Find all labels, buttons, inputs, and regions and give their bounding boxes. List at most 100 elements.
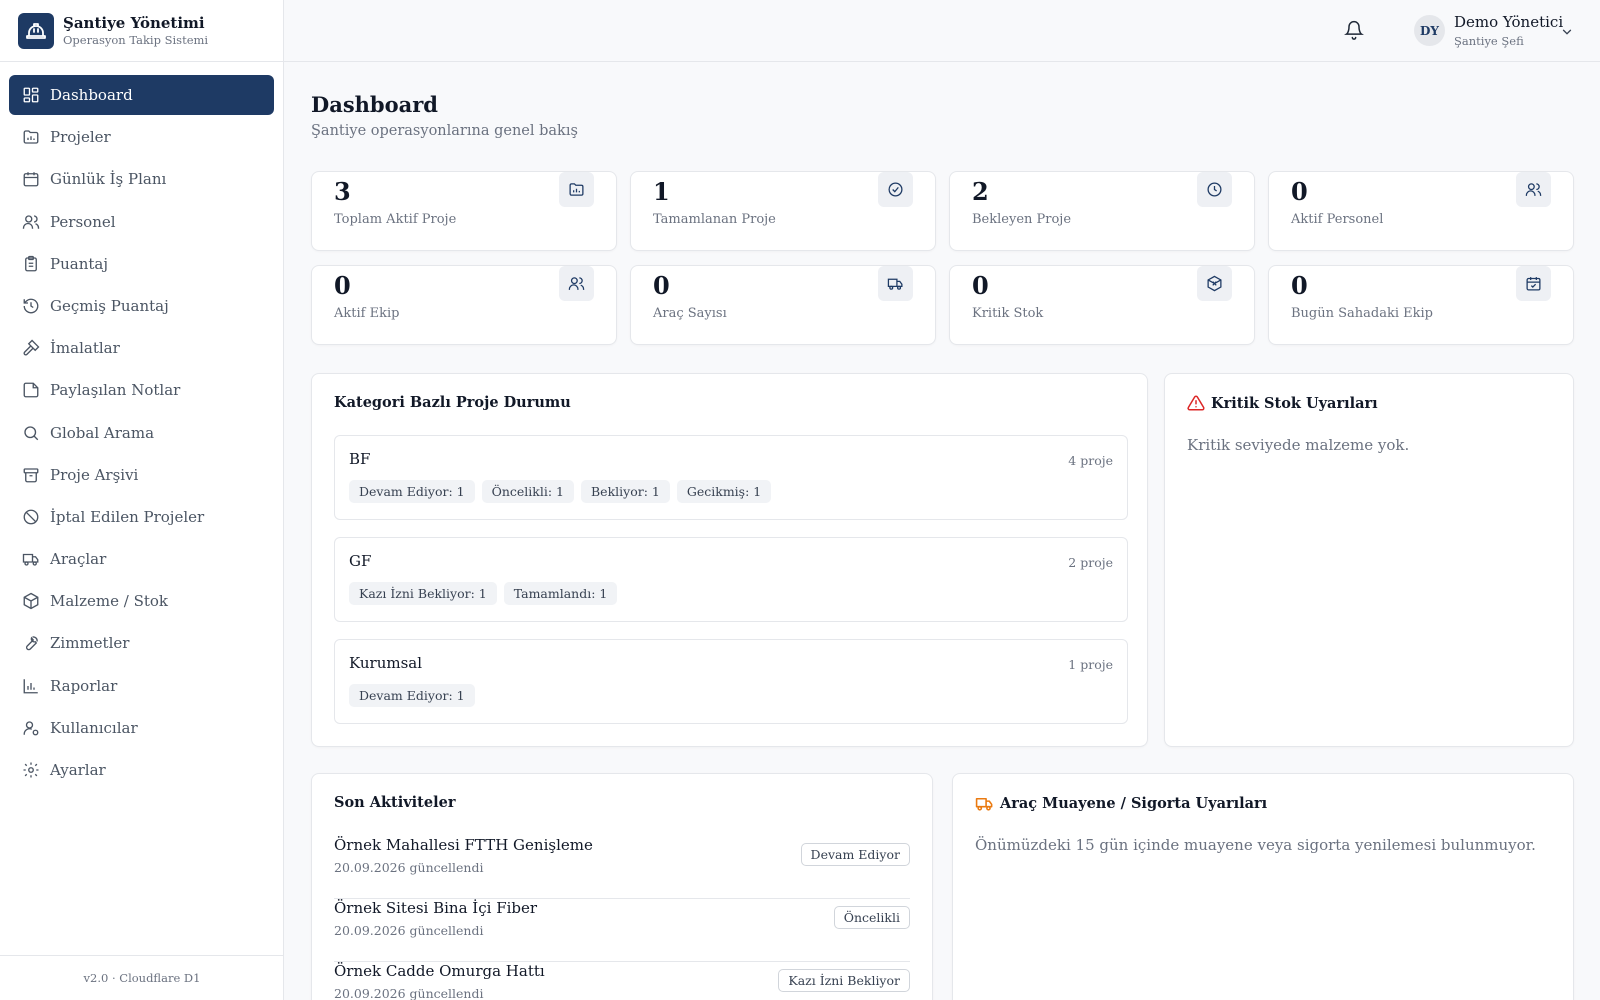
clock-icon (1197, 172, 1232, 207)
stat-value: 0 (334, 271, 351, 300)
sidebar-item-label: Puantaj (50, 254, 108, 273)
sidebar-item-ayarlar[interactable]: Ayarlar (9, 750, 274, 790)
ban-icon (23, 509, 39, 525)
category-count: 1 proje (1068, 657, 1113, 672)
sidebar-item-paylasilan-notlar[interactable]: Paylaşılan Notlar (9, 370, 274, 410)
status-chip: Bekliyor: 1 (581, 480, 670, 503)
package-icon (23, 592, 39, 610)
sidebar-item-label: İmalatlar (50, 339, 120, 358)
category-item[interactable]: Kurumsal 1 proje Devam Ediyor: 1 (334, 639, 1128, 724)
sidebar-item-dashboard[interactable]: Dashboard (9, 75, 274, 115)
stat-label: Aktif Ekip (334, 306, 400, 321)
stat-card-tamamlanan-proje[interactable]: 1 Tamamlanan Proje (630, 171, 936, 251)
hammer-icon (23, 339, 40, 356)
sidebar-item-iptal-edilen-projeler[interactable]: İptal Edilen Projeler (9, 497, 274, 537)
sidebar-item-label: Personel (50, 212, 116, 231)
bell-icon[interactable] (1344, 20, 1364, 44)
sidebar-item-araclar[interactable]: Araçlar (9, 539, 274, 579)
stat-value: 2 (972, 177, 989, 206)
sidebar-item-raporlar[interactable]: Raporlar (9, 666, 274, 706)
sidebar-item-malzeme-stok[interactable]: Malzeme / Stok (9, 581, 274, 621)
status-badge: Öncelikli (833, 906, 910, 929)
sidebar-item-label: Raporlar (50, 676, 118, 695)
page-subtitle: Şantiye operasyonlarına genel bakış (311, 123, 578, 139)
activity-project-name: Örnek Mahallesi FTTH Genişleme (334, 836, 593, 854)
user-name[interactable]: Demo Yönetici (1454, 13, 1563, 31)
list-item[interactable]: Örnek Cadde Omurga Hattı 20.09.2026 günc… (334, 962, 910, 1000)
stat-card-toplam-aktif-proje[interactable]: 3 Toplam Aktif Proje (311, 171, 617, 251)
status-chips: Devam Ediyor: 1 Öncelikli: 1 Bekliyor: 1… (349, 480, 772, 503)
sidebar-item-label: Malzeme / Stok (50, 592, 168, 611)
sidebar-item-label: Kullanıcılar (50, 718, 138, 737)
critical-stock-title: Kritik Stok Uyarıları (1211, 394, 1378, 412)
chevron-down-icon[interactable] (1560, 24, 1574, 43)
activity-project-name: Örnek Sitesi Bina İçi Fiber (334, 899, 538, 917)
category-count: 4 proje (1068, 453, 1113, 468)
sidebar-item-zimmetler[interactable]: Zimmetler (9, 623, 274, 663)
sidebar-item-gunluk-is-plani[interactable]: Günlük İş Planı (9, 159, 274, 199)
activity-date: 20.09.2026 güncellendi (334, 860, 484, 875)
stat-label: Kritik Stok (972, 306, 1044, 321)
category-name: GF (349, 552, 372, 570)
status-chip: Öncelikli: 1 (481, 480, 574, 503)
dashboard-icon (23, 87, 39, 103)
sidebar-item-imalatlar[interactable]: İmalatlar (9, 328, 274, 368)
users-icon (559, 266, 594, 301)
stat-value: 0 (1291, 271, 1308, 300)
search-icon (24, 425, 39, 440)
recent-activity-panel: Son Aktiviteler Örnek Mahallesi FTTH Gen… (311, 773, 933, 1000)
sidebar-item-label: Geçmiş Puantaj (50, 296, 169, 315)
category-panel-title: Kategori Bazlı Proje Durumu (334, 394, 571, 411)
sidebar-item-kullanicilar[interactable]: Kullanıcılar (9, 708, 274, 748)
stat-card-aktif-personel[interactable]: 0 Aktif Personel (1268, 171, 1574, 251)
sidebar-item-label: Projeler (50, 128, 111, 147)
critical-stock-panel: Kritik Stok Uyarıları Kritik seviyede ma… (1164, 373, 1574, 747)
status-chip: Tamamlandı: 1 (503, 582, 618, 605)
sidebar-item-label: Paylaşılan Notlar (50, 381, 181, 400)
stat-card-kritik-stok[interactable]: 0 Kritik Stok (949, 265, 1255, 345)
sidebar: Şantiye Yönetimi Operasyon Takip Sistemi… (0, 0, 284, 1000)
activity-date: 20.09.2026 güncellendi (334, 986, 484, 1000)
list-item[interactable]: Örnek Sitesi Bina İçi Fiber 20.09.2026 g… (334, 899, 910, 962)
package-x-icon (1197, 266, 1232, 301)
category-item[interactable]: GF 2 proje Kazı İzni Bekliyor: 1 Tamamla… (334, 537, 1128, 622)
calendar-check-icon (1516, 266, 1551, 301)
sidebar-item-gecmis-puantaj[interactable]: Geçmiş Puantaj (9, 286, 274, 326)
vehicle-inspection-panel: Araç Muayene / Sigorta Uyarıları Önümüzd… (952, 773, 1574, 1000)
recent-activity-title: Son Aktiviteler (334, 794, 456, 811)
category-panel: Kategori Bazlı Proje Durumu BF 4 proje D… (311, 373, 1148, 747)
sidebar-item-projeler[interactable]: Projeler (9, 117, 274, 157)
clipboard-icon (25, 255, 37, 272)
user-role: Şantiye Şefi (1454, 34, 1524, 48)
status-badge: Devam Ediyor (800, 843, 910, 866)
stat-label: Bekleyen Proje (972, 212, 1072, 227)
status-chips: Devam Ediyor: 1 (349, 684, 475, 707)
vehicle-inspection-message: Önümüzdeki 15 gün içinde muayene veya si… (975, 836, 1536, 854)
page-title: Dashboard (311, 92, 438, 117)
list-item[interactable]: Örnek Mahallesi FTTH Genişleme 20.09.202… (334, 836, 910, 899)
sidebar-item-label: Günlük İş Planı (50, 170, 167, 189)
sidebar-item-label: Ayarlar (50, 761, 106, 779)
stat-card-aktif-ekip[interactable]: 0 Aktif Ekip (311, 265, 617, 345)
critical-stock-header: Kritik Stok Uyarıları (1187, 394, 1378, 412)
stat-label: Araç Sayısı (653, 306, 727, 321)
stat-card-arac-sayisi[interactable]: 0 Araç Sayısı (630, 265, 936, 345)
stat-card-bugun-sahadaki-ekip[interactable]: 0 Bugün Sahadaki Ekip (1268, 265, 1574, 345)
stat-label: Aktif Personel (1291, 212, 1384, 227)
stat-card-bekleyen-proje[interactable]: 2 Bekleyen Proje (949, 171, 1255, 251)
stat-label: Tamamlanan Proje (653, 212, 776, 227)
category-item[interactable]: BF 4 proje Devam Ediyor: 1 Öncelikli: 1 … (334, 435, 1128, 520)
sidebar-item-puantaj[interactable]: Puantaj (9, 244, 274, 284)
sidebar-item-personel[interactable]: Personel (9, 202, 274, 242)
activity-project-name: Örnek Cadde Omurga Hattı (334, 962, 545, 980)
calendar-icon (23, 172, 39, 187)
avatar[interactable]: DY (1414, 15, 1445, 46)
sidebar-item-label: Araçlar (50, 550, 107, 569)
sidebar-item-proje-arsivi[interactable]: Proje Arşivi (9, 455, 274, 495)
brand-subtitle: Operasyon Takip Sistemi (63, 32, 209, 47)
sidebar-item-global-arama[interactable]: Global Arama (9, 413, 274, 453)
archive-icon (23, 468, 39, 483)
stat-label: Toplam Aktif Proje (334, 212, 457, 227)
brand[interactable]: Şantiye Yönetimi Operasyon Takip Sistemi (0, 0, 283, 62)
status-chip: Kazı İzni Bekliyor: 1 (349, 582, 497, 605)
